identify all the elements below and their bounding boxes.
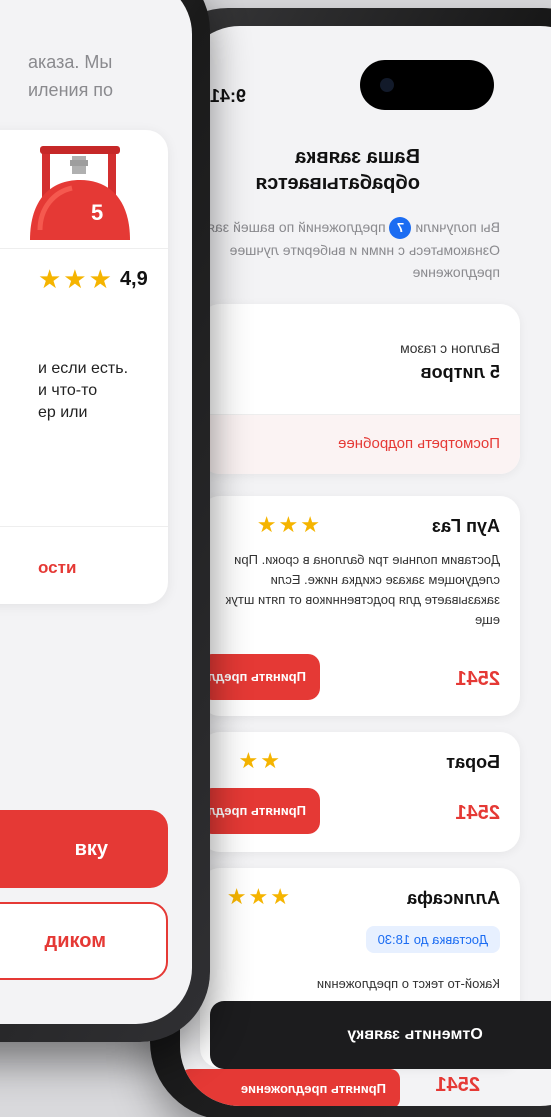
rating: ★★★ 4,9 <box>38 264 148 295</box>
page-subtitle: Вы получили 7 предложений по вашей заявк… <box>180 216 500 283</box>
description-line: ер или <box>38 404 88 421</box>
product-description: и если есть. и что-то ер или <box>38 358 192 424</box>
camera-icon <box>380 78 394 92</box>
intro-line: аказа. Мы <box>28 52 113 72</box>
scene: 9:41 Ваша заявка обрабатывается Вы получ… <box>0 0 551 1117</box>
rating-value: 4,9 <box>119 268 148 290</box>
accept-offer-button[interactable]: Принять предложение <box>180 1069 400 1106</box>
delivery-badge-text: Доставка до 18:30 <box>365 926 500 953</box>
offer-rating-stars: ★★ <box>236 748 280 773</box>
rating-stars: ★★★ <box>38 264 114 294</box>
front-phone: аказа. Мы иления по 5 ★★★ 4,9 и если ест… <box>0 0 210 1042</box>
dynamic-island <box>360 60 494 110</box>
offer-rating-stars: ★★★ <box>224 884 290 909</box>
status-bar-time: 9:41 <box>210 86 247 106</box>
offer-name: Борат <box>446 752 500 772</box>
offer-name: Аллисафа <box>407 888 500 908</box>
order-status-screen: 9:41 Ваша заявка обрабатывается Вы получ… <box>180 26 551 1106</box>
accept-offer-button[interactable]: Принять предложение <box>200 788 320 834</box>
page-title: Ваша заявка обрабатывается <box>255 146 420 194</box>
back-phone-screen: 9:41 Ваша заявка обрабатывается Вы получ… <box>180 26 551 1106</box>
offer-description: Доставим полные три баллона в сроки. При… <box>200 550 500 630</box>
offer-card: Ауп Газ ★★★ Доставим полные три баллона … <box>200 496 520 716</box>
offer-card: Борат ★★ 2541 Принять предложение <box>200 732 520 852</box>
offers-count-badge: 7 <box>389 217 412 240</box>
description-line: и если есть. <box>38 360 129 377</box>
request-volume: 5 литров <box>420 362 500 382</box>
details-link[interactable]: ости <box>38 558 76 578</box>
cylinder-size-label: 5 <box>91 200 104 225</box>
request-card[interactable]: Баллон с газом 5 литров Посмотреть подро… <box>200 304 520 474</box>
request-details-link[interactable]: Посмотреть подробнее <box>200 414 520 474</box>
offer-name: Ауп Газ <box>431 516 500 536</box>
offer-price: 2541 <box>455 802 501 824</box>
subtitle-prefix: Вы получили <box>415 219 500 235</box>
intro-line: иления по <box>28 80 114 100</box>
offer-price: 2541 <box>435 1074 481 1096</box>
offer-rating-stars: ★★★ <box>254 512 320 537</box>
card-divider <box>0 526 168 527</box>
product-card: 5 ★★★ 4,9 и если есть. и что-то ер или о… <box>0 130 168 604</box>
request-label: Баллон с газом <box>400 340 500 356</box>
accept-offer-button[interactable]: Принять предложение <box>200 654 320 700</box>
card-divider <box>0 248 168 249</box>
description-line: и что-то <box>38 382 98 399</box>
front-phone-screen: аказа. Мы иления по 5 ★★★ 4,9 и если ест… <box>0 0 192 1024</box>
submit-request-button[interactable]: вку <box>0 810 168 888</box>
offer-price: 2541 <box>455 668 501 690</box>
cancel-request-button[interactable]: Отменить заявку <box>210 1001 551 1069</box>
intro-text: аказа. Мы иления по <box>28 48 192 104</box>
offer-description-text: Доставим полные три баллона в сроки. При… <box>225 552 500 627</box>
delivery-badge: Доставка до 18:30 <box>365 926 500 953</box>
secondary-button[interactable]: диком <box>0 902 168 980</box>
offer-description: Какой-то текст о предложении <box>316 976 500 991</box>
gas-cylinder-icon <box>30 146 130 240</box>
mirrored-screen: 9:41 Ваша заявка обрабатывается Вы получ… <box>180 26 551 1106</box>
back-phone: 9:41 Ваша заявка обрабатывается Вы получ… <box>150 8 551 1117</box>
